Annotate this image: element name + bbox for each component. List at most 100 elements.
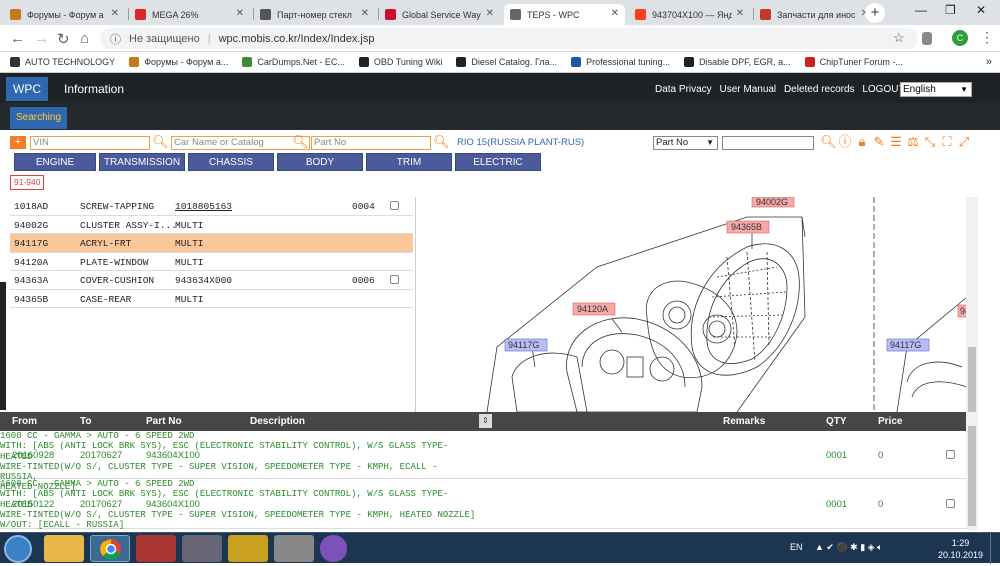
- row-checkbox[interactable]: [946, 450, 955, 459]
- bookmark-item[interactable]: Форумы - Форум а...: [129, 57, 228, 67]
- close-tab-icon[interactable]: ✕: [486, 8, 494, 19]
- close-tab-icon[interactable]: ✕: [361, 8, 369, 19]
- maximize-icon[interactable]: ❐: [945, 3, 956, 17]
- search-icon[interactable]: 🔍︎: [433, 134, 450, 150]
- row-checkbox[interactable]: [390, 201, 399, 210]
- show-desktop-button[interactable]: [990, 533, 1000, 564]
- browser-tab[interactable]: Запчасти для инос✕: [754, 4, 875, 25]
- compress-icon[interactable]: ⤡: [922, 134, 938, 150]
- fullscreen-icon[interactable]: ⛶: [939, 134, 955, 150]
- brand-tab[interactable]: WPC: [6, 77, 48, 101]
- tab-engine[interactable]: ENGINE: [14, 153, 96, 171]
- browser-tab[interactable]: MEGA 26% ✕: [129, 4, 250, 25]
- search-icon[interactable]: 🔍︎: [292, 134, 309, 150]
- browser-tab[interactable]: Форумы - Форум а ✕: [4, 4, 125, 25]
- user-manual-link[interactable]: User Manual: [719, 84, 776, 95]
- app-icon[interactable]: [228, 535, 268, 562]
- balance-icon[interactable]: ⚖: [905, 134, 921, 150]
- browser-tab[interactable]: Global Service Way ✕: [379, 4, 500, 25]
- viber-icon[interactable]: [320, 535, 347, 562]
- vehicle-label[interactable]: RIO 15(RUSSIA PLANT-RUS): [457, 137, 584, 148]
- chrome-icon[interactable]: [90, 535, 130, 562]
- diagram-label[interactable]: 94365B: [731, 222, 762, 232]
- sort-icon[interactable]: ⇕: [479, 414, 492, 428]
- close-window-icon[interactable]: ✕: [976, 3, 986, 17]
- bookmark-star-icon[interactable]: ☆: [893, 30, 905, 46]
- close-tab-icon[interactable]: ✕: [611, 8, 619, 19]
- new-tab-button[interactable]: +: [865, 3, 885, 23]
- table-row[interactable]: 20160928 20170627 943604X100 1600 CC - GAMM…: [0, 431, 966, 492]
- info-nav[interactable]: Information: [64, 82, 124, 96]
- home-icon[interactable]: ⌂: [80, 30, 89, 47]
- searching-tab[interactable]: Searching: [10, 107, 68, 129]
- table-row[interactable]: 1018AD SCREW-TAPPING 1018805163 0004: [10, 197, 413, 216]
- tab-body[interactable]: BODY: [277, 153, 363, 171]
- shrink-icon[interactable]: ⤢: [956, 134, 972, 150]
- side-panel-handle[interactable]: [0, 282, 6, 410]
- car-input[interactable]: Car Name or Catalog: [171, 136, 310, 150]
- search-icon[interactable]: 🔍︎: [152, 134, 169, 150]
- extension-icon[interactable]: [922, 32, 932, 45]
- data-privacy-link[interactable]: Data Privacy: [655, 84, 712, 95]
- bookmark-item[interactable]: OBD Tuning Wiki: [358, 57, 442, 67]
- lock-icon[interactable]: 🔒︎: [854, 134, 870, 150]
- row-checkbox[interactable]: [390, 275, 399, 284]
- row-checkbox[interactable]: [946, 499, 955, 508]
- table-row[interactable]: 20150122 20170627 943604X100 1600 CC - GAMM…: [0, 479, 966, 530]
- start-button[interactable]: [4, 535, 32, 563]
- tab-transmission[interactable]: TRANSMISSION: [99, 153, 185, 171]
- info-icon[interactable]: ⓘ: [837, 134, 853, 150]
- bookmark-item[interactable]: ChipTuner Forum -...: [804, 57, 903, 67]
- search-icon[interactable]: 🔍︎: [820, 134, 837, 150]
- table-row[interactable]: 94365B CASE-REAR MULTI: [10, 290, 413, 308]
- group-code-badge[interactable]: 91-940: [10, 175, 45, 190]
- edit-icon[interactable]: ✎: [871, 134, 887, 150]
- forward-icon[interactable]: →: [34, 30, 49, 47]
- table-row[interactable]: 94117G ACRYL-FRT MULTI: [10, 234, 413, 253]
- hex-app-icon[interactable]: [136, 535, 176, 562]
- bookmark-item[interactable]: CarDumps.Net - EC...: [242, 57, 345, 67]
- logout-link[interactable]: LOGOUT: [862, 84, 904, 95]
- browser-menu-icon[interactable]: ⋮: [980, 29, 994, 46]
- app-icon[interactable]: [274, 535, 314, 562]
- browser-tab[interactable]: Парт-номер стекл ✕: [254, 4, 375, 25]
- tab-chassis[interactable]: CHASSIS: [188, 153, 274, 171]
- deleted-records-link[interactable]: Deleted records: [784, 84, 855, 95]
- table-row[interactable]: 94120A PLATE-WINDOW MULTI: [10, 253, 413, 271]
- close-tab-icon[interactable]: ✕: [111, 8, 119, 19]
- language-indicator[interactable]: EN: [790, 542, 803, 552]
- diagram-label[interactable]: 94117G: [890, 340, 921, 350]
- tab-trim[interactable]: TRIM: [366, 153, 452, 171]
- bookmark-item[interactable]: Diesel Catalog. Гла...: [456, 57, 557, 67]
- tray-icons[interactable]: ▲ ✔ ⚫ ✱ ▮ ◈ 🔈︎: [815, 542, 882, 553]
- language-select[interactable]: English ▼: [900, 82, 972, 97]
- back-icon[interactable]: ←: [10, 30, 25, 47]
- vin-input[interactable]: VIN: [30, 136, 150, 150]
- list-icon[interactable]: ☰: [888, 134, 904, 150]
- diagram-label[interactable]: 94117G: [508, 340, 539, 350]
- part-number[interactable]: 1018805163: [175, 201, 232, 212]
- bookmark-item[interactable]: AUTO TECHNOLOGY: [10, 57, 115, 67]
- table-row[interactable]: 94363A COVER-CUSHION 943634X000 0006: [10, 271, 413, 290]
- diagram-scrollbar[interactable]: [966, 197, 978, 412]
- explorer-icon[interactable]: [44, 535, 84, 562]
- omnibox[interactable]: ⓘ Не защищено | wpc.mobis.co.kr/Index/In…: [100, 28, 918, 49]
- bookmark-item[interactable]: Professional tuning...: [571, 57, 670, 67]
- close-tab-icon[interactable]: ✕: [236, 8, 244, 19]
- diagram-label[interactable]: 94120A: [577, 304, 608, 314]
- app-icon[interactable]: [182, 535, 222, 562]
- reload-icon[interactable]: ↻: [57, 30, 70, 48]
- close-tab-icon[interactable]: ✕: [736, 8, 744, 19]
- expand-button[interactable]: +: [10, 136, 26, 149]
- details-scrollbar[interactable]: [966, 412, 978, 530]
- table-row[interactable]: 94002G CLUSTER ASSY-I... MULTI: [10, 216, 413, 234]
- browser-tab[interactable]: TEPS - WPC ✕: [504, 4, 625, 25]
- parts-diagram[interactable]: 94002G 94365B 94120A 94117G 94117G 94: [417, 197, 967, 412]
- search-type-select[interactable]: Part No ▼: [653, 136, 718, 150]
- partno-input[interactable]: Part No: [311, 136, 431, 150]
- bookmarks-more[interactable]: »: [986, 56, 992, 68]
- diagram-label[interactable]: 94002G: [756, 197, 788, 207]
- clock[interactable]: 1:29 20.10.2019: [938, 537, 983, 561]
- part-search-input[interactable]: [722, 136, 814, 150]
- avatar[interactable]: C: [952, 30, 968, 46]
